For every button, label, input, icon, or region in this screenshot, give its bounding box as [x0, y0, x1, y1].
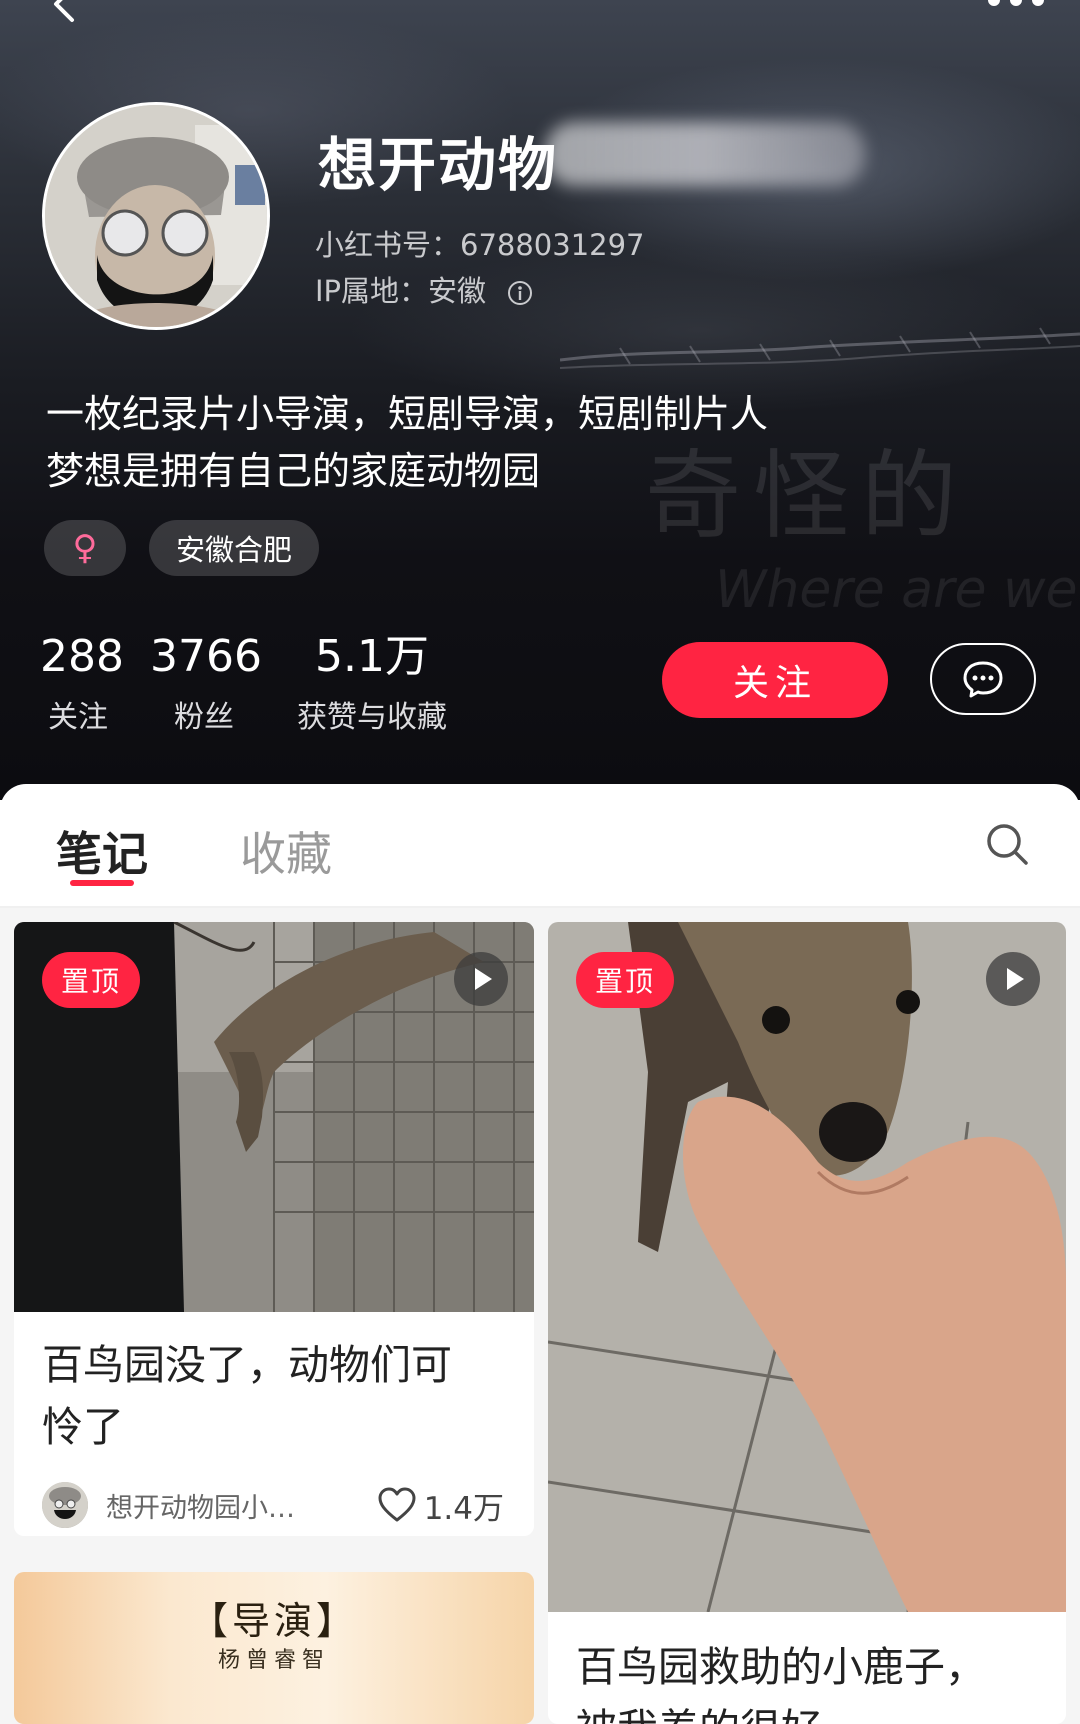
stat-label: 获赞与收藏	[297, 700, 447, 735]
tab-collections[interactable]: 收藏	[240, 818, 332, 884]
active-tab-indicator	[70, 880, 134, 886]
ip-location: IP属地：安徽	[315, 268, 533, 310]
background-overlay-text: 奇怪的	[645, 440, 969, 552]
note-author[interactable]: 想开动物园小…	[42, 1482, 295, 1528]
stat-following[interactable]: 288 关注	[40, 631, 124, 736]
bio-line-2: 梦想是拥有自己的家庭动物园	[46, 449, 541, 493]
xhs-id: 小红书号：6788031297	[315, 228, 645, 262]
note-title-line: 百鸟园救助的小鹿子，	[576, 1643, 986, 1691]
note-title-line: 被我养的很好	[576, 1698, 986, 1724]
profile-header: 奇怪的 Where are we 想开动物 小红书号：6788031297 IP…	[0, 0, 1080, 800]
gender-tag: ♀	[44, 520, 126, 576]
author-avatar	[42, 1482, 88, 1528]
tab-notes[interactable]: 笔记	[56, 818, 148, 884]
avatar-photo	[45, 105, 267, 327]
stat-label: 关注	[48, 700, 108, 735]
location-tag: 安徽合肥	[149, 520, 319, 576]
more-icon[interactable]	[986, 0, 1046, 14]
search-icon[interactable]	[985, 822, 1029, 866]
note-title-line: 百鸟园没了，动物们可	[42, 1341, 452, 1389]
note-card[interactable]: 置顶 百鸟园救助的小鹿子， 被我养的很好	[548, 922, 1066, 1724]
info-icon[interactable]	[507, 280, 533, 306]
note-card[interactable]: 【导演】 杨曾睿智	[14, 1572, 534, 1724]
background-overlay-subtext: Where are we	[715, 560, 1078, 620]
message-button[interactable]	[930, 643, 1036, 715]
bio-line-1: 一枚纪录片小导演，短剧导演，短剧制片人	[46, 392, 769, 436]
poster-subtitle: 杨曾睿智	[217, 1648, 330, 1673]
note-title-line: 怜了	[42, 1403, 124, 1451]
follow-button[interactable]: 关注	[662, 642, 888, 718]
stat-followers[interactable]: 3766 粉丝	[150, 631, 262, 736]
stat-label: 粉丝	[174, 700, 234, 735]
stat-value: 3766	[150, 631, 262, 682]
note-title: 百鸟园救助的小鹿子， 被我养的很好	[576, 1636, 986, 1724]
barbed-wire-decoration	[560, 327, 1080, 369]
play-icon	[986, 952, 1040, 1006]
note-card[interactable]: 置顶 百鸟园没了，动物们可 怜了 想开动物园小… 1.4万	[14, 922, 534, 1536]
pinned-badge: 置顶	[576, 952, 674, 1008]
heart-icon	[378, 1487, 416, 1522]
stat-likes-collections[interactable]: 5.1万 获赞与收藏	[288, 632, 456, 736]
note-title: 百鸟园没了，动物们可 怜了	[42, 1334, 452, 1458]
back-icon[interactable]	[44, 0, 84, 36]
note-thumbnail	[548, 922, 1066, 1612]
pinned-badge: 置顶	[42, 952, 140, 1008]
play-icon	[454, 952, 508, 1006]
stat-value: 288	[40, 631, 124, 682]
poster-title: 【导演】	[189, 1599, 358, 1643]
author-name: 想开动物园小…	[106, 1492, 295, 1524]
stat-value: 5.1万	[315, 631, 429, 682]
like-count-text: 1.4万	[423, 1490, 504, 1527]
profile-name: 想开动物	[318, 131, 559, 199]
like-count[interactable]: 1.4万	[378, 1482, 504, 1528]
ip-location-text: IP属地：安徽	[315, 274, 487, 308]
message-icon	[963, 661, 1003, 698]
name-blur-mask	[545, 122, 865, 186]
avatar[interactable]	[42, 102, 270, 330]
